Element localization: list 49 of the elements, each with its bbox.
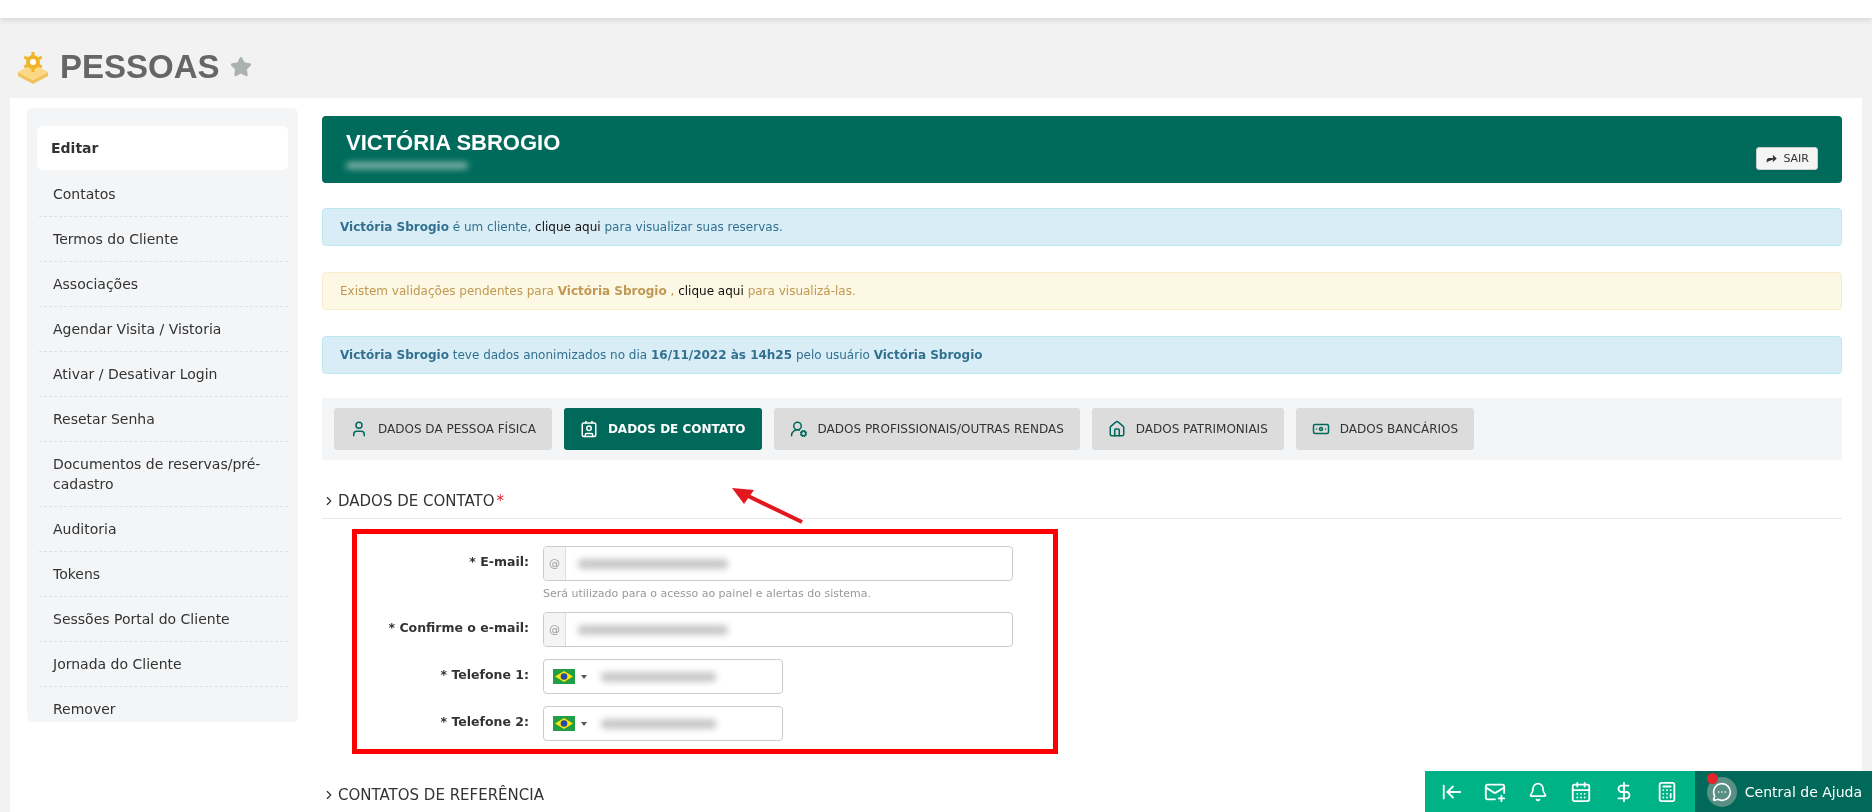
sidebar-item[interactable]: Remover bbox=[39, 687, 288, 731]
sidebar-item[interactable]: Editar bbox=[37, 126, 288, 170]
sidebar-item[interactable]: Sessões Portal do Cliente bbox=[39, 597, 288, 642]
required-mark: * bbox=[496, 492, 505, 510]
sidebar-item[interactable]: Agendar Visita / Vistoria bbox=[39, 307, 288, 352]
alert-message: Victória Sbrogio é um cliente, clique aqui para visualizar suas reservas. bbox=[322, 208, 1842, 246]
caret-icon bbox=[581, 674, 587, 679]
tab[interactable]: DADOS BANCÁRIOS bbox=[1295, 408, 1475, 450]
alert-message: Victória Sbrogio teve dados anonimizados no dia 16/11/2022 às 14h25 pelo usuário Victória Sbrogio bbox=[322, 336, 1842, 374]
tab[interactable]: DADOS PATRIMONIAIS bbox=[1091, 408, 1284, 450]
section-title[interactable]: CONTATOS DE REFERÊNCIA bbox=[338, 786, 544, 804]
tab[interactable]: DADOS DA PESSOA FÍSICA bbox=[334, 408, 552, 450]
sidebar-item[interactable]: Jornada do Cliente bbox=[39, 642, 288, 687]
logo-icon bbox=[16, 50, 50, 84]
help-text: Será utilizado para o acesso ao painel e alertas do sistema. bbox=[543, 587, 873, 600]
sidebar-item[interactable]: Ativar / Desativar Login bbox=[39, 352, 288, 397]
flag-icon bbox=[553, 716, 575, 731]
chat-icon bbox=[1711, 781, 1732, 802]
section-title[interactable]: DADOS DE CONTATO bbox=[338, 492, 495, 510]
sidebar-item[interactable]: Associações bbox=[39, 262, 288, 307]
tab[interactable]: DADOS PROFISSIONAIS/OUTRAS RENDAS bbox=[773, 408, 1080, 450]
sidebar-item[interactable]: Termos do Cliente bbox=[39, 217, 288, 262]
field-label: * E-mail: bbox=[468, 553, 529, 569]
sidebar-item[interactable]: Resetar Senha bbox=[39, 397, 288, 442]
house-icon bbox=[1107, 420, 1126, 438]
alert-link[interactable]: clique aqui bbox=[678, 284, 744, 298]
help-center-button[interactable]: Central de Ajuda bbox=[1694, 771, 1872, 812]
alert-message: Existem validações pendentes para Victória Sbrogio , clique aqui para visualizá-las. bbox=[322, 272, 1842, 310]
flag-icon bbox=[553, 669, 575, 684]
exit-button[interactable]: SAIR bbox=[1756, 147, 1818, 170]
caret-icon bbox=[581, 721, 587, 726]
alert-link[interactable]: clique aqui bbox=[535, 220, 601, 234]
sidebar-item[interactable]: Documentos de reservas/pré-cadastro bbox=[39, 442, 288, 507]
worker-icon bbox=[789, 420, 808, 438]
phone-field[interactable] bbox=[543, 706, 783, 741]
sidebar-item[interactable]: Tokens bbox=[39, 552, 288, 597]
star-icon[interactable] bbox=[229, 56, 252, 78]
sidebar-item[interactable]: Contatos bbox=[39, 172, 288, 217]
tab[interactable]: DADOS DE CONTATO bbox=[563, 408, 762, 450]
field-label: * Telefone 1: bbox=[439, 666, 529, 682]
person-name: VICTÓRIA SBROGIO bbox=[346, 130, 561, 156]
share-arrow-icon bbox=[1765, 152, 1779, 165]
field-label: * Telefone 2: bbox=[439, 713, 529, 729]
field-label: * Confirme o e-mail: bbox=[387, 619, 529, 635]
phone-field[interactable] bbox=[543, 659, 783, 694]
person-icon bbox=[350, 420, 368, 438]
contact-card-icon bbox=[579, 420, 598, 438]
sidebar-item[interactable]: Auditoria bbox=[39, 507, 288, 552]
page-title: PESSOAS bbox=[60, 48, 220, 86]
